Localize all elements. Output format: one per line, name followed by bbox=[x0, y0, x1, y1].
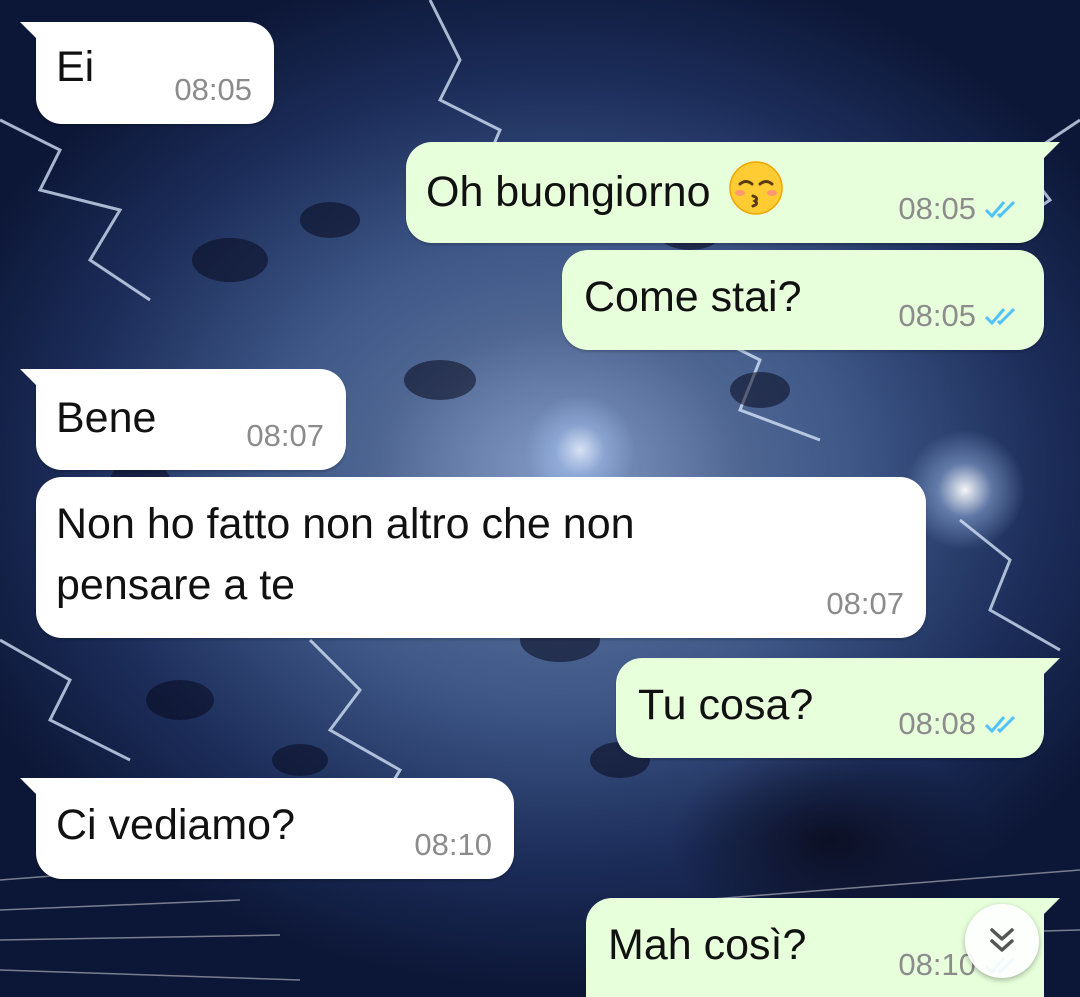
bubble-tail bbox=[1042, 142, 1060, 160]
kissing-face-closed-eyes-icon bbox=[729, 161, 784, 215]
message-bubble-outgoing[interactable]: Oh buongiorno 08:05 bbox=[406, 142, 1060, 243]
message-meta: 08:07 bbox=[826, 586, 904, 622]
bubble-tail bbox=[20, 369, 38, 387]
message-bubble-incoming[interactable]: Ei 08:05 bbox=[20, 22, 274, 124]
message-text-line-2: pensare a te bbox=[56, 561, 296, 609]
message-time: 08:07 bbox=[826, 586, 904, 621]
message-time: 08:07 bbox=[246, 418, 324, 453]
bubble-tail bbox=[1042, 898, 1060, 916]
message-meta: 08:05 bbox=[174, 72, 252, 108]
double-check-read-icon bbox=[984, 307, 1016, 326]
message-time: 08:05 bbox=[898, 298, 976, 333]
message-text-content: Oh buongiorno bbox=[426, 168, 711, 216]
message-text: Tu cosa? bbox=[638, 681, 814, 729]
message-text: Bene bbox=[56, 394, 157, 442]
message-text: Ci vediamo? bbox=[56, 801, 295, 849]
message-bubble-outgoing[interactable]: Come stai? 08:05 bbox=[562, 250, 1044, 350]
message-text: Ei bbox=[56, 43, 95, 91]
message-meta: 08:05 bbox=[898, 298, 1022, 334]
double-check-read-icon bbox=[984, 715, 1016, 734]
message-bubble-incoming[interactable]: Ci vediamo? 08:10 bbox=[20, 778, 514, 879]
message-bubble-incoming[interactable]: Non ho fatto non altro che non pensare a… bbox=[36, 477, 926, 638]
message-time: 08:05 bbox=[898, 191, 976, 226]
message-meta: 08:08 bbox=[898, 706, 1022, 742]
message-time: 08:10 bbox=[898, 947, 976, 982]
message-time: 08:05 bbox=[174, 72, 252, 107]
message-bubble-outgoing[interactable]: Tu cosa? 08:08 bbox=[616, 658, 1060, 758]
scroll-to-bottom-button[interactable] bbox=[965, 904, 1039, 978]
message-text: Mah così? bbox=[608, 921, 807, 969]
message-text: Oh buongiorno bbox=[426, 160, 784, 223]
message-meta: 08:10 bbox=[414, 827, 492, 863]
message-text: Come stai? bbox=[584, 273, 802, 321]
message-time: 08:10 bbox=[414, 827, 492, 862]
message-bubble-incoming[interactable]: Bene 08:07 bbox=[20, 369, 346, 470]
bubble-tail bbox=[20, 22, 38, 40]
message-time: 08:08 bbox=[898, 706, 976, 741]
bubble-tail bbox=[20, 778, 38, 796]
double-chevron-down-icon bbox=[990, 928, 1014, 952]
double-check-read-icon bbox=[984, 200, 1016, 219]
message-meta: 08:07 bbox=[246, 418, 324, 454]
bubble-tail bbox=[1042, 658, 1060, 676]
message-meta: 08:05 bbox=[898, 191, 1022, 227]
message-text-line-1: Non ho fatto non altro che non bbox=[56, 500, 635, 548]
